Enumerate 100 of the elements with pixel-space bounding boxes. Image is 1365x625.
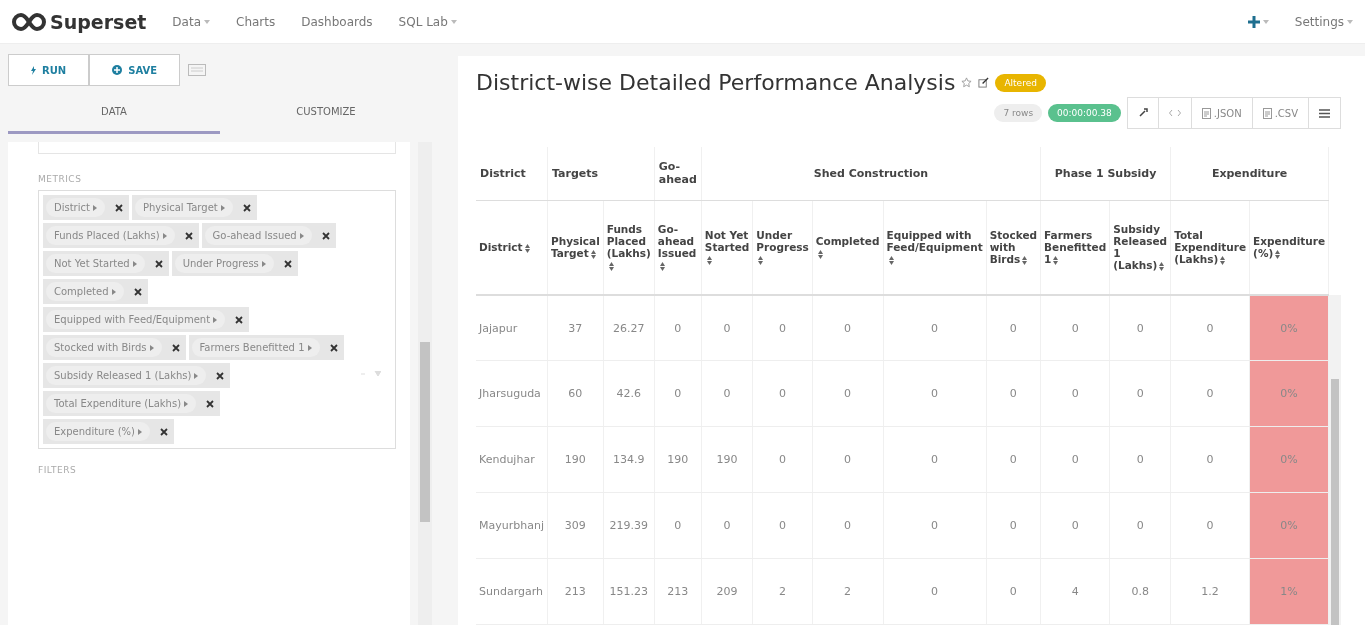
metric-tag[interactable]: Expenditure (%): [43, 419, 174, 444]
table-cell: 4: [1040, 558, 1110, 625]
close-icon[interactable]: [206, 399, 215, 408]
scrollbar[interactable]: [418, 142, 432, 625]
nav-menu-item[interactable]: Dashboards: [301, 14, 373, 29]
close-icon[interactable]: [283, 259, 292, 268]
nav-menu-item[interactable]: Data: [172, 14, 210, 29]
metric-label[interactable]: Equipped with Feed/Equipment: [46, 310, 226, 329]
table-cell: 134.9: [603, 426, 655, 493]
brand-name[interactable]: Superset: [50, 10, 147, 33]
table-cell: 0: [883, 360, 987, 427]
close-icon[interactable]: [184, 231, 193, 240]
metric-label[interactable]: District: [46, 198, 105, 217]
settings-menu[interactable]: Settings: [1294, 14, 1353, 29]
caret-icon: [162, 232, 167, 239]
column-header[interactable]: Stocked with Birds: [986, 200, 1041, 295]
sort-icon[interactable]: [758, 255, 764, 265]
sort-icon[interactable]: [1022, 255, 1028, 265]
column-header[interactable]: Under Progress: [752, 200, 813, 295]
caret-icon: [307, 344, 312, 351]
input-field[interactable]: [38, 142, 396, 154]
metric-label[interactable]: Funds Placed (Lakhs): [46, 226, 175, 245]
metric-tag[interactable]: Go-ahead Issued: [201, 223, 336, 248]
table-cell: 0%: [1249, 492, 1329, 559]
table-cell: 0.8: [1109, 558, 1171, 625]
metric-label[interactable]: Physical Target: [134, 198, 233, 217]
new-menu[interactable]: [1247, 15, 1269, 28]
metric-tag[interactable]: Funds Placed (Lakhs): [43, 223, 199, 248]
table-cell: 209: [701, 558, 753, 625]
table-cell: 0: [986, 426, 1041, 493]
scrollbar[interactable]: [1329, 295, 1341, 625]
nav-menu-item[interactable]: Charts: [236, 14, 276, 29]
sort-icon[interactable]: [1159, 261, 1165, 271]
column-header[interactable]: Not Yet Started: [701, 200, 753, 295]
metric-label[interactable]: Expenditure (%): [46, 422, 150, 441]
table-cell: 0: [883, 558, 987, 625]
altered-badge[interactable]: Altered: [995, 73, 1046, 92]
close-icon[interactable]: [242, 203, 251, 212]
column-header[interactable]: Go-ahead Issued: [654, 200, 702, 295]
run-button[interactable]: RUN: [8, 54, 90, 86]
sort-icon[interactable]: [608, 261, 614, 271]
column-header[interactable]: Total Expenditure (Lakhs): [1170, 200, 1250, 295]
metric-label[interactable]: Total Expenditure (Lakhs): [46, 394, 197, 413]
column-header[interactable]: Funds Placed (Lakhs): [603, 200, 655, 295]
metric-tag[interactable]: Not Yet Started: [43, 251, 169, 276]
sort-icon[interactable]: [1220, 255, 1226, 265]
sort-icon[interactable]: [659, 261, 665, 271]
sort-icon[interactable]: [590, 249, 596, 259]
metric-tag[interactable]: Subsidy Released 1 (Lakhs): [43, 363, 231, 388]
sort-icon[interactable]: [888, 255, 894, 265]
close-icon[interactable]: [114, 203, 123, 212]
close-icon[interactable]: [216, 371, 225, 380]
column-header[interactable]: Farmers Benefitted 1: [1040, 200, 1110, 295]
column-header[interactable]: Physical Target: [547, 200, 604, 295]
nav-menu-item[interactable]: SQL Lab: [398, 14, 457, 29]
logo-icon[interactable]: [12, 12, 46, 31]
close-icon[interactable]: [235, 315, 244, 324]
close-icon[interactable]: [171, 343, 180, 352]
panel-tab[interactable]: CUSTOMIZE: [220, 92, 432, 134]
close-icon[interactable]: [321, 231, 330, 240]
close-icon[interactable]: [154, 259, 163, 268]
column-header[interactable]: Equipped with Feed/Equipment: [883, 200, 987, 295]
close-icon[interactable]: [160, 427, 168, 436]
table-cell: 0: [812, 426, 883, 493]
sort-icon[interactable]: [817, 249, 823, 259]
metric-tag[interactable]: Farmers Benefitted 1: [188, 335, 344, 360]
table-cell: 0%: [1249, 426, 1329, 493]
metric-tag[interactable]: Total Expenditure (Lakhs): [43, 391, 221, 416]
sort-icon[interactable]: [524, 243, 530, 253]
table-cell: 0: [883, 426, 987, 493]
metric-label[interactable]: Stocked with Birds: [46, 338, 162, 357]
close-icon[interactable]: [329, 343, 338, 352]
metric-label[interactable]: Subsidy Released 1 (Lakhs): [46, 366, 207, 385]
column-header[interactable]: District: [476, 200, 548, 295]
column-header[interactable]: Completed: [812, 200, 883, 295]
column-header[interactable]: Subsidy Released 1 (Lakhs): [1109, 200, 1171, 295]
table-cell: 0: [752, 426, 813, 493]
table-cell: 0: [1109, 492, 1171, 559]
table-cell: 1%: [1249, 558, 1329, 625]
metric-label[interactable]: Under Progress: [174, 254, 274, 273]
metric-tag[interactable]: Completed: [43, 279, 148, 304]
save-button[interactable]: SAVE: [89, 54, 181, 86]
panel-tab[interactable]: DATA: [8, 92, 220, 134]
metric-label[interactable]: Not Yet Started: [46, 254, 145, 273]
star-icon[interactable]: [961, 77, 973, 88]
metric-tag[interactable]: District: [43, 195, 129, 220]
sort-icon[interactable]: [706, 255, 712, 265]
metric-label[interactable]: Completed: [46, 282, 124, 301]
metric-tag[interactable]: Physical Target: [131, 195, 257, 220]
caret-icon: [92, 204, 97, 211]
metric-label[interactable]: Go-ahead Issued: [204, 226, 312, 245]
edit-icon[interactable]: [978, 77, 990, 88]
metric-tag[interactable]: Under Progress: [171, 251, 298, 276]
sort-icon[interactable]: [1053, 255, 1059, 265]
metric-tag[interactable]: Stocked with Birds: [43, 335, 186, 360]
sort-icon[interactable]: [1275, 249, 1281, 259]
metric-label[interactable]: Farmers Benefitted 1: [191, 338, 320, 357]
metric-tag[interactable]: Equipped with Feed/Equipment: [43, 307, 250, 332]
close-icon[interactable]: [133, 287, 142, 296]
table-cell: 0: [752, 492, 813, 559]
